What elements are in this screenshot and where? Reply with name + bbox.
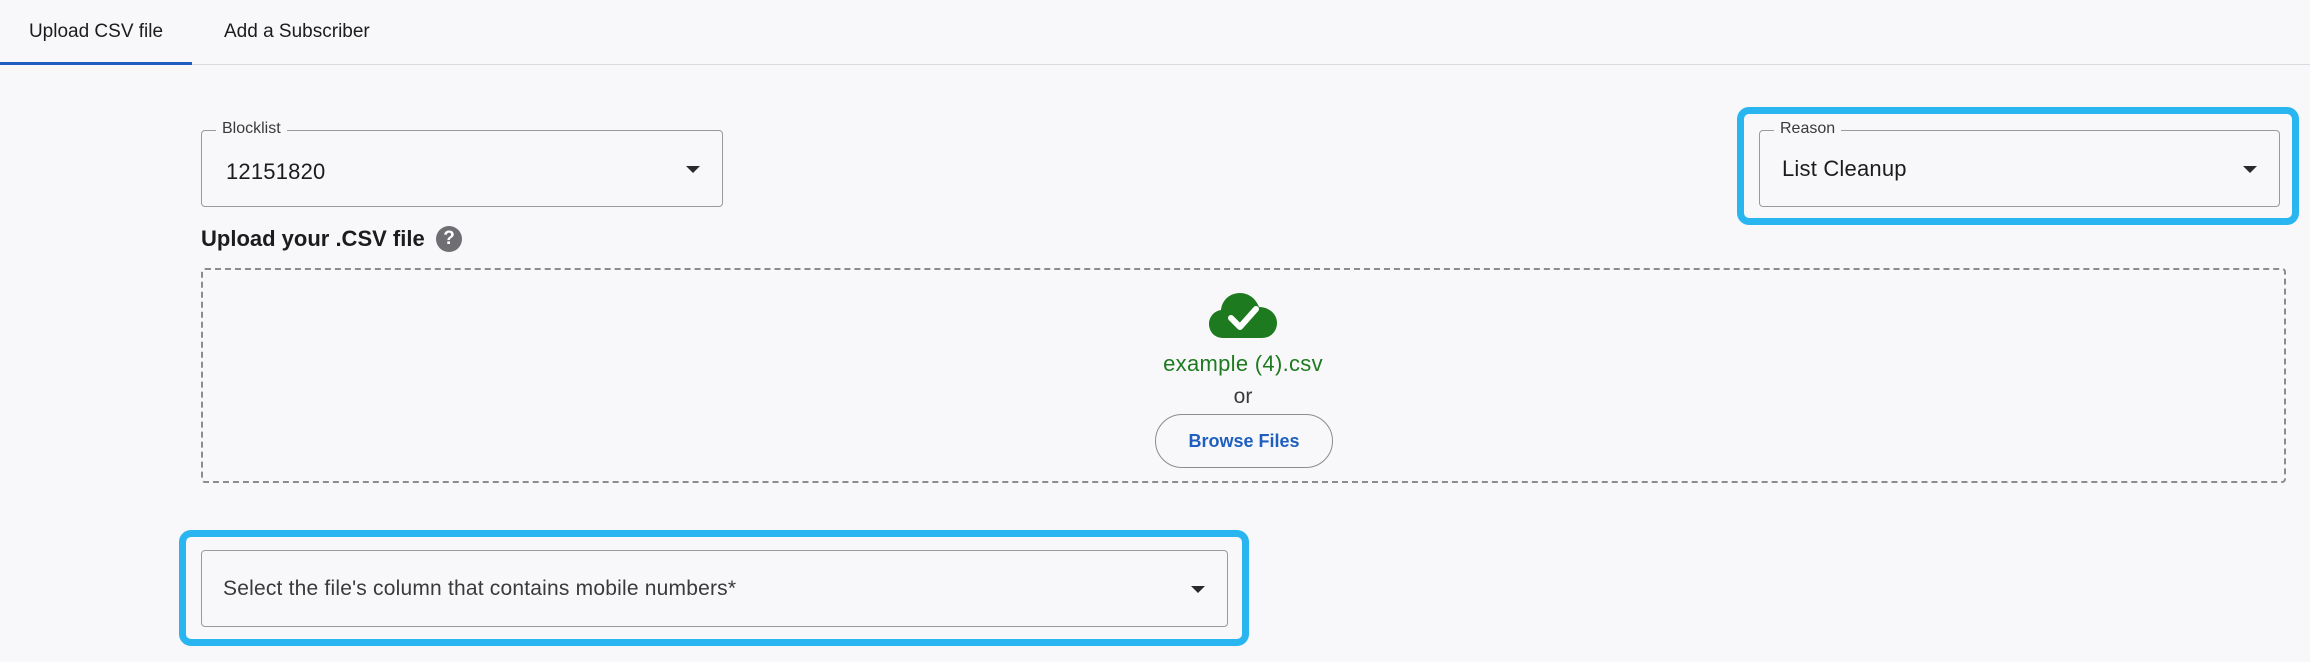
reason-value: List Cleanup bbox=[1782, 155, 1907, 181]
blocklist-select[interactable]: Blocklist 12151820 bbox=[201, 120, 723, 207]
uploaded-file-name: example (4).csv bbox=[1163, 351, 1323, 376]
tab-bar: Upload CSV file Add a Subscriber bbox=[0, 0, 2310, 65]
tab-upload-csv-label: Upload CSV file bbox=[28, 21, 164, 42]
tab-add-subscriber[interactable]: Add a Subscriber bbox=[192, 0, 403, 64]
chevron-down-icon bbox=[1191, 585, 1205, 593]
mobile-column-select[interactable]: Select the file's column that contains m… bbox=[201, 550, 1228, 627]
question-circle-icon[interactable]: ? bbox=[436, 226, 462, 252]
or-separator: or bbox=[1233, 385, 1253, 408]
blocklist-label: Blocklist bbox=[216, 120, 287, 138]
blocklist-value: 12151820 bbox=[226, 159, 326, 185]
cloud-check-icon bbox=[1209, 293, 1277, 338]
reason-select[interactable]: Reason List Cleanup bbox=[1759, 120, 2280, 207]
upload-label: Upload your .CSV file bbox=[201, 226, 425, 251]
tab-add-subscriber-label: Add a Subscriber bbox=[224, 21, 370, 42]
mobile-column-placeholder: Select the file's column that contains m… bbox=[223, 576, 737, 600]
browse-files-button[interactable]: Browse Files bbox=[1155, 414, 1333, 468]
reason-label: Reason bbox=[1774, 120, 1842, 138]
chevron-down-icon bbox=[686, 165, 700, 173]
chevron-down-icon bbox=[2243, 165, 2257, 173]
page: Upload CSV file Add a Subscriber Blockli… bbox=[0, 0, 2310, 662]
tab-upload-csv[interactable]: Upload CSV file bbox=[0, 0, 192, 65]
